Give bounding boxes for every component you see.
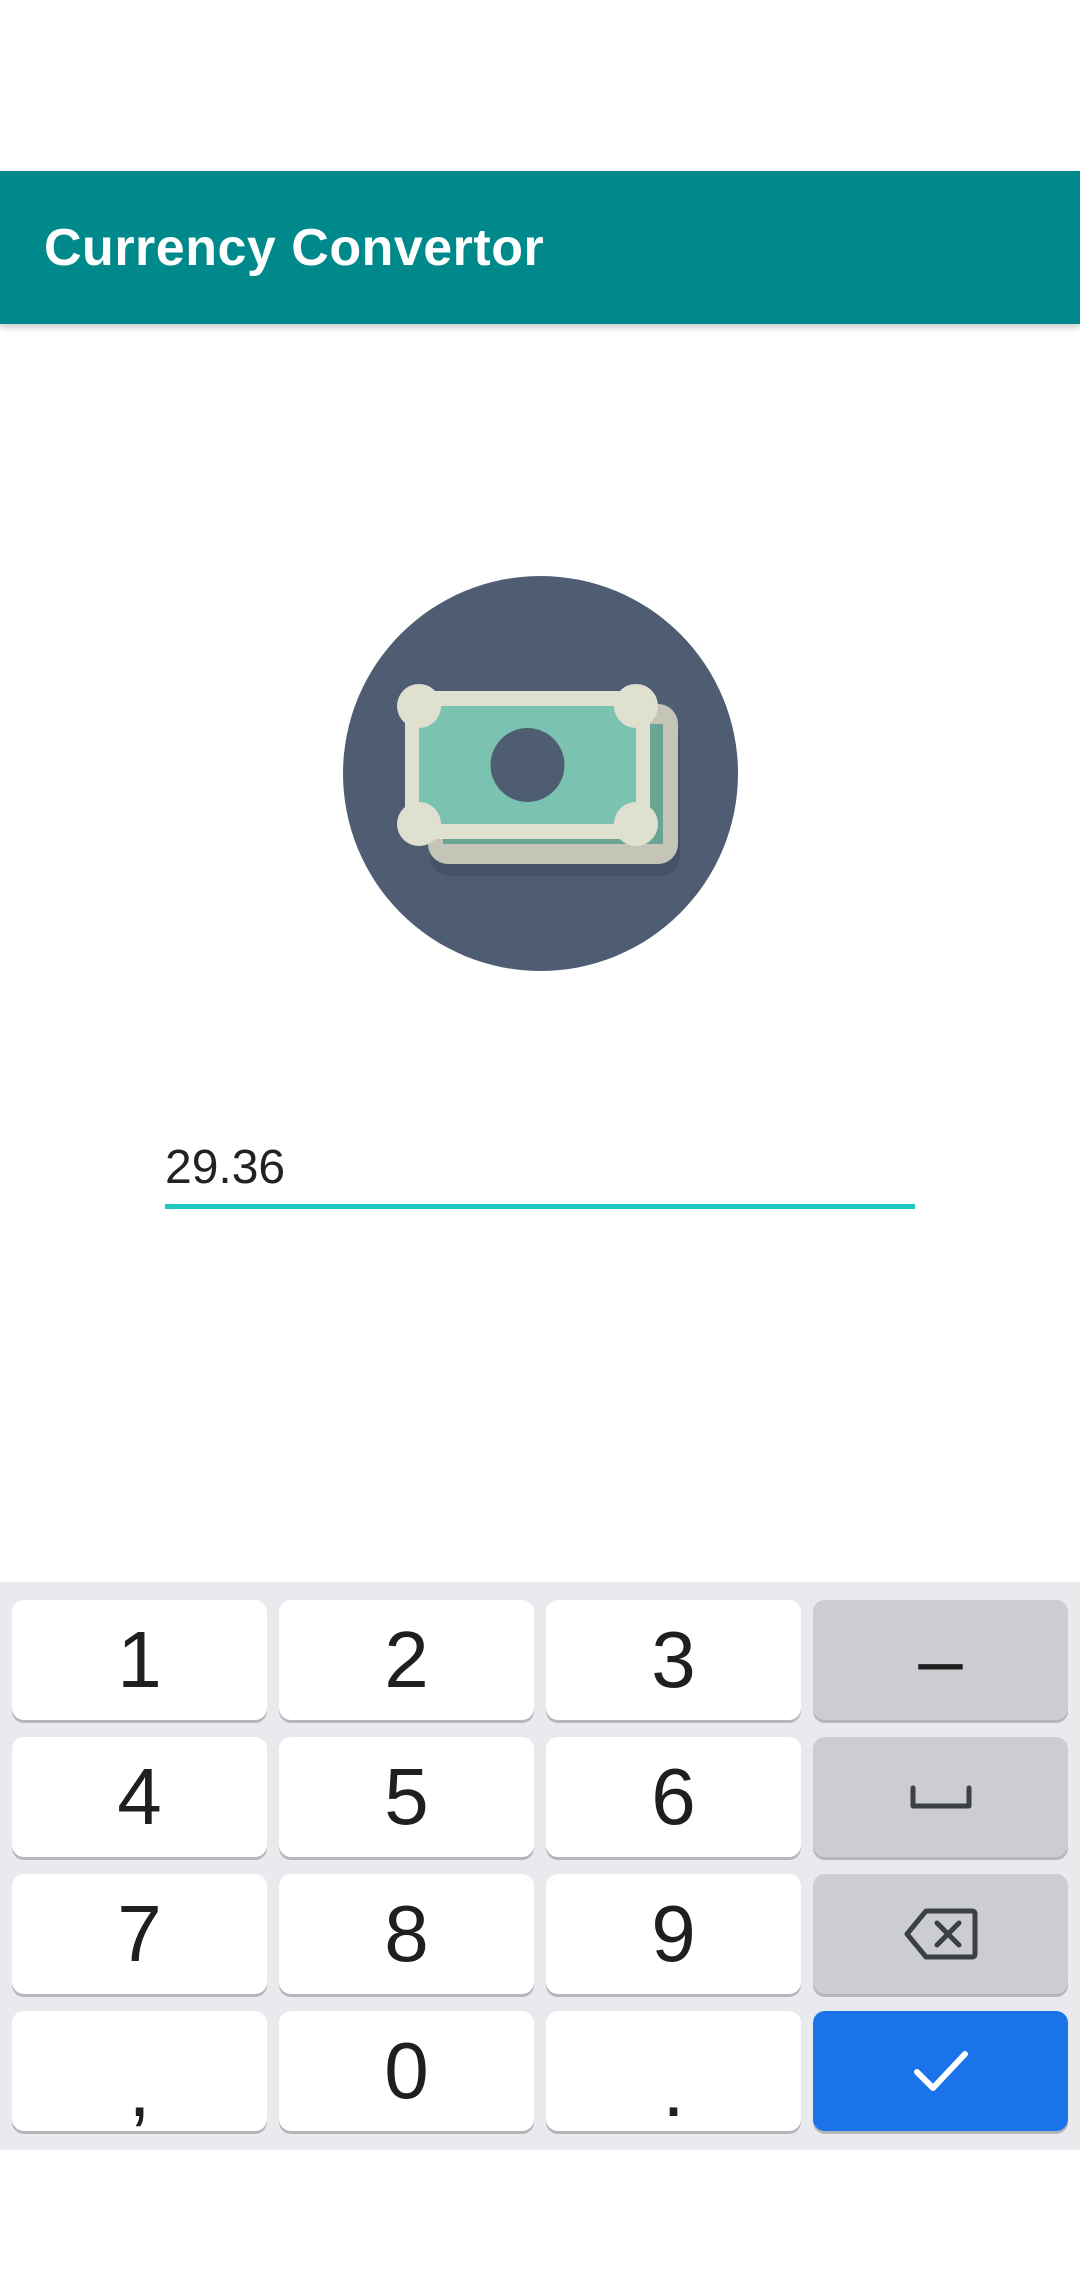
- key-label: 6: [651, 1752, 696, 1841]
- key-2[interactable]: 2: [279, 1600, 534, 1720]
- key-label: 3: [651, 1615, 696, 1704]
- key-6[interactable]: 6: [546, 1737, 801, 1857]
- key-label: 8: [384, 1889, 429, 1978]
- key-comma[interactable]: ,: [12, 2011, 267, 2131]
- app-title: Currency Convertor: [44, 218, 545, 277]
- key-5[interactable]: 5: [279, 1737, 534, 1857]
- space-icon: [909, 1782, 973, 1812]
- key-label: 2: [384, 1615, 429, 1704]
- key-label: 0: [384, 2026, 429, 2115]
- key-backspace[interactable]: [813, 1874, 1068, 1994]
- amount-underline: [165, 1204, 915, 1209]
- backspace-icon: [904, 1907, 978, 1961]
- key-label: .: [662, 2044, 685, 2133]
- key-label: 9: [651, 1889, 696, 1978]
- key-1[interactable]: 1: [12, 1600, 267, 1720]
- screen: Currency Convertor 1 2 3 – 4 5 6 7 8 9, 0.: [0, 0, 1080, 2280]
- status-bar: [0, 0, 1080, 171]
- key-label: 4: [117, 1752, 162, 1841]
- navigation-bar: [0, 2150, 1080, 2280]
- key-label: ,: [128, 2044, 151, 2133]
- key-label: 5: [384, 1752, 429, 1841]
- money-logo: [343, 576, 738, 971]
- numeric-keyboard: 1 2 3 – 4 5 6 7 8 9, 0.: [0, 1582, 1080, 2150]
- money-icon: [343, 576, 738, 971]
- key-label: 1: [117, 1615, 162, 1704]
- key-done[interactable]: [813, 2011, 1068, 2131]
- key-7[interactable]: 7: [12, 1874, 267, 1994]
- key-3[interactable]: 3: [546, 1600, 801, 1720]
- key-8[interactable]: 8: [279, 1874, 534, 1994]
- key-space[interactable]: [813, 1737, 1068, 1857]
- key-label: 7: [117, 1889, 162, 1978]
- app-bar: Currency Convertor: [0, 171, 1080, 324]
- key-period[interactable]: .: [546, 2011, 801, 2131]
- key-label: –: [918, 1615, 963, 1704]
- key-0[interactable]: 0: [279, 2011, 534, 2131]
- key-4[interactable]: 4: [12, 1737, 267, 1857]
- key-minus[interactable]: –: [813, 1600, 1068, 1720]
- check-icon: [911, 2048, 971, 2094]
- key-9[interactable]: 9: [546, 1874, 801, 1994]
- amount-field[interactable]: [165, 1130, 915, 1210]
- amount-input[interactable]: [165, 1130, 915, 1204]
